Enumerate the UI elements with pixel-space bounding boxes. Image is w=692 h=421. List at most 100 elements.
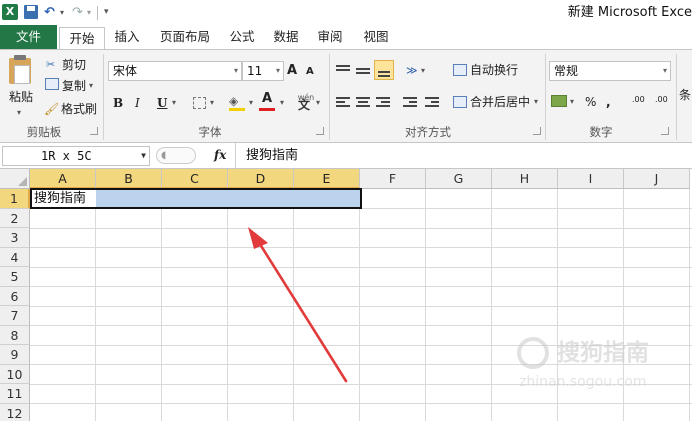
underline-button[interactable]: U bbox=[157, 94, 167, 112]
number-launcher-icon[interactable] bbox=[661, 127, 669, 135]
wrap-text-icon bbox=[453, 64, 467, 76]
cut-label: 剪切 bbox=[62, 58, 87, 72]
font-launcher-icon[interactable] bbox=[316, 127, 324, 135]
tab-review[interactable]: 审阅 bbox=[310, 25, 350, 49]
quick-access-divider bbox=[97, 6, 98, 20]
phonetic-guide-icon[interactable]: 文 bbox=[298, 96, 310, 114]
annotation-arrow-head bbox=[248, 227, 268, 249]
font-group-label: 字体 bbox=[198, 125, 222, 139]
tab-formulas[interactable]: 公式 bbox=[222, 25, 262, 49]
redo-icon[interactable]: ↷ bbox=[72, 4, 83, 21]
scissors-icon: ✂ bbox=[46, 58, 56, 71]
tab-insert[interactable]: 插入 bbox=[107, 25, 147, 49]
sogou-watermark: 搜狗指南 zhinan.sogou.com bbox=[517, 335, 671, 395]
redo-dropdown-icon[interactable]: ▾ bbox=[87, 4, 91, 21]
name-box[interactable]: 1R x 5C ▼ bbox=[2, 146, 150, 166]
formula-bar: 1R x 5C ▼ ◖ fx 搜狗指南 bbox=[0, 143, 692, 169]
watermark-url: zhinan.sogou.com bbox=[519, 374, 647, 390]
chevron-down-icon: ▼ bbox=[141, 151, 146, 160]
formula-input[interactable]: 搜狗指南 bbox=[246, 147, 298, 165]
formula-expand-handle[interactable]: ◖ bbox=[156, 147, 196, 164]
worksheet-grid[interactable]: ABCDEFGHIJ 1 2 3 4 5 6 7 8 9 10 11 12 搜狗指南 搜狗指南 zhi… bbox=[0, 169, 692, 421]
group-divider bbox=[676, 54, 677, 140]
group-divider bbox=[545, 54, 546, 140]
fill-color-swatch bbox=[229, 108, 245, 111]
orientation-dropdown-icon[interactable]: ▾ bbox=[421, 62, 425, 80]
number-format-value: 常规 bbox=[554, 64, 579, 78]
increase-indent-icon[interactable] bbox=[425, 96, 439, 108]
conditional-format-partial-label[interactable]: 条 bbox=[679, 86, 691, 104]
copy-label: 复制 bbox=[62, 79, 87, 93]
alignment-group-label: 对齐方式 bbox=[405, 125, 451, 139]
number-format-select[interactable]: 常规 ▾ bbox=[549, 61, 671, 81]
merge-dropdown-icon[interactable]: ▾ bbox=[534, 93, 538, 111]
clipboard-launcher-icon[interactable] bbox=[90, 127, 98, 135]
ribbon-home: 粘贴 ▾ ✂ 剪切 复制 ▾ 🖌 格式刷 剪贴板 宋体 ▾ 11 ▾ A A B I… bbox=[0, 49, 692, 143]
comma-style-button[interactable]: , bbox=[606, 93, 611, 111]
group-divider bbox=[329, 54, 330, 140]
orientation-icon[interactable]: ≫ bbox=[406, 62, 418, 80]
customize-quick-access-icon[interactable]: ▾ bbox=[104, 4, 109, 21]
align-right-icon[interactable] bbox=[376, 96, 390, 108]
window-title: 新建 Microsoft Exce bbox=[567, 5, 692, 20]
paste-clip-icon bbox=[14, 55, 26, 60]
accounting-format-icon[interactable] bbox=[551, 95, 567, 107]
paste-icon bbox=[9, 58, 31, 84]
increase-decimal-button[interactable]: .00 bbox=[632, 91, 645, 109]
insert-function-icon[interactable]: fx bbox=[214, 146, 226, 164]
accounting-dropdown-icon[interactable]: ▾ bbox=[570, 93, 574, 111]
copy-dropdown-icon[interactable]: ▾ bbox=[89, 77, 93, 95]
chevron-down-icon: ▾ bbox=[275, 66, 280, 75]
clipboard-group-label: 剪贴板 bbox=[26, 125, 62, 139]
undo-dropdown-icon[interactable]: ▾ bbox=[60, 4, 64, 21]
font-name-value: 宋体 bbox=[113, 64, 138, 78]
formula-divider bbox=[235, 143, 236, 169]
tab-file[interactable]: 文件 bbox=[0, 25, 57, 49]
excel-app-icon[interactable]: X bbox=[2, 4, 18, 20]
underline-dropdown-icon[interactable]: ▾ bbox=[172, 94, 176, 112]
align-center-icon[interactable] bbox=[356, 96, 370, 108]
wrap-text-label: 自动换行 bbox=[470, 63, 519, 77]
merge-center-icon bbox=[453, 96, 467, 108]
undo-icon[interactable]: ↶ bbox=[44, 4, 55, 21]
font-color-icon[interactable]: A bbox=[262, 90, 272, 108]
tab-data[interactable]: 数据 bbox=[266, 25, 306, 49]
annotation-arrow-shaft bbox=[256, 239, 348, 383]
tab-home[interactable]: 开始 bbox=[59, 27, 105, 49]
fill-color-dropdown-icon[interactable]: ▾ bbox=[249, 94, 253, 112]
format-painter-label: 格式刷 bbox=[61, 102, 98, 116]
tab-page-layout[interactable]: 页面布局 bbox=[152, 25, 218, 49]
align-bottom-icon[interactable] bbox=[374, 60, 394, 80]
ribbon-tabs: 文件 开始 插入 页面布局 公式 数据 审阅 视图 bbox=[0, 25, 692, 49]
merge-center-label: 合并后居中 bbox=[470, 95, 531, 109]
decrease-indent-icon[interactable] bbox=[403, 96, 417, 108]
name-box-value: 1R x 5C bbox=[41, 149, 92, 163]
bold-button[interactable]: B bbox=[113, 94, 123, 112]
align-top-icon[interactable] bbox=[336, 64, 350, 76]
decrease-decimal-button[interactable]: .00 bbox=[655, 91, 668, 109]
borders-dropdown-icon[interactable]: ▾ bbox=[210, 94, 214, 112]
save-icon[interactable] bbox=[24, 5, 38, 19]
tab-view[interactable]: 视图 bbox=[354, 25, 398, 49]
align-left-icon[interactable] bbox=[336, 96, 350, 108]
font-size-value: 11 bbox=[247, 64, 263, 78]
number-group-label: 数字 bbox=[589, 125, 613, 139]
borders-icon[interactable] bbox=[193, 97, 206, 109]
alignment-launcher-icon[interactable] bbox=[533, 127, 541, 135]
percent-style-button[interactable]: % bbox=[585, 93, 596, 111]
shrink-font-button[interactable]: A bbox=[306, 63, 314, 81]
font-size-select[interactable]: 11 ▾ bbox=[242, 61, 284, 81]
align-middle-icon[interactable] bbox=[356, 64, 370, 76]
formula-controls: ◖ fx bbox=[156, 146, 234, 166]
italic-button[interactable]: I bbox=[135, 94, 140, 112]
title-bar: X ↶ ▾ ↷ ▾ ▾ 新建 Microsoft Exce bbox=[0, 0, 692, 25]
paste-dropdown-icon[interactable]: ▾ bbox=[17, 104, 21, 122]
excel-window: X ↶ ▾ ↷ ▾ ▾ 新建 Microsoft Exce 文件 开始 插入 页… bbox=[0, 0, 692, 421]
grow-font-button[interactable]: A bbox=[287, 62, 297, 80]
watermark-text: 搜狗指南 bbox=[557, 340, 649, 366]
font-color-dropdown-icon[interactable]: ▾ bbox=[280, 94, 284, 112]
chevron-down-icon: ▾ bbox=[233, 66, 238, 75]
group-divider bbox=[103, 54, 104, 140]
phonetic-dropdown-icon[interactable]: ▾ bbox=[316, 94, 320, 112]
font-name-select[interactable]: 宋体 ▾ bbox=[108, 61, 242, 81]
